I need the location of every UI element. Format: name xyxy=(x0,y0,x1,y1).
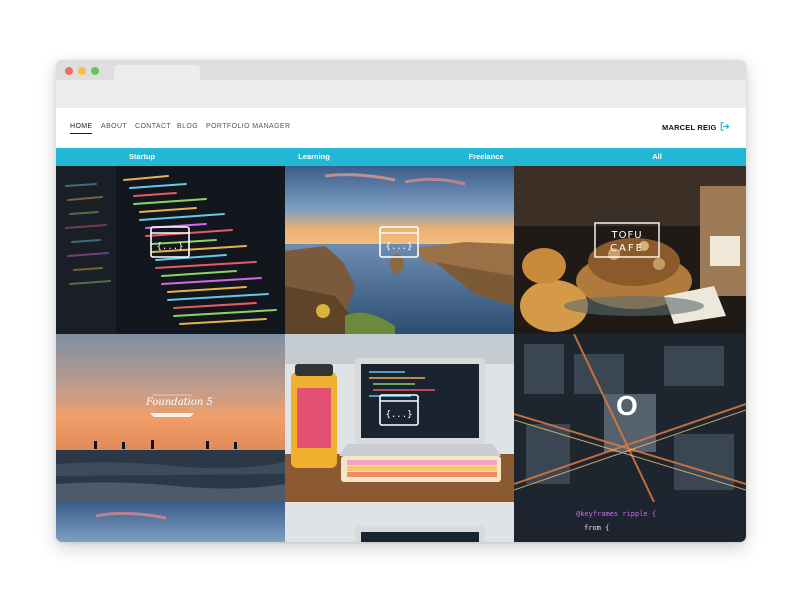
portfolio-tile-partial-code[interactable]: @keyframes ripple { from { xyxy=(514,502,746,542)
top-navbar: HOME ABOUT CONTACT BLOG PORTFOLIO MANAGE… xyxy=(56,108,746,146)
portfolio-tile-city[interactable]: O xyxy=(514,334,746,502)
opera-logo-letter: O xyxy=(616,390,638,421)
portfolio-tile-laptop[interactable]: {...} xyxy=(285,334,514,502)
nav-link-blog[interactable]: BLOG xyxy=(177,123,198,130)
svg-text:{...}: {...} xyxy=(385,410,412,420)
browser-tab[interactable] xyxy=(114,65,200,80)
sky-image xyxy=(56,502,285,542)
tofu-cafe-logo: TOFU CAFE xyxy=(594,222,660,258)
portfolio-site: HOME ABOUT CONTACT BLOG PORTFOLIO MANAGE… xyxy=(56,108,746,542)
window-minimize-button[interactable] xyxy=(78,67,86,75)
portfolio-grid: {...} {...} TOFU CAFE Foundation 5 {...}… xyxy=(56,166,746,542)
logout-icon[interactable] xyxy=(719,121,730,132)
svg-text:TOFU: TOFU xyxy=(610,230,642,241)
window-close-button[interactable] xyxy=(65,67,73,75)
portfolio-tile-cafe[interactable]: TOFU CAFE xyxy=(514,166,746,334)
portfolio-tile-partial-laptop[interactable] xyxy=(285,502,514,542)
svg-text:{...}: {...} xyxy=(156,242,183,252)
nav-link-contact[interactable]: CONTACT xyxy=(135,123,171,130)
browser-chrome xyxy=(56,60,746,109)
foundation-badge-ornament xyxy=(150,394,194,417)
portfolio-tile-code[interactable]: {...} xyxy=(56,166,285,334)
active-underline xyxy=(70,133,92,134)
window-maximize-button[interactable] xyxy=(91,67,99,75)
code-window-icon: {...} xyxy=(379,394,419,426)
browser-toolbar xyxy=(56,80,746,109)
svg-text:CAFE: CAFE xyxy=(610,243,644,254)
portfolio-tile-foundation[interactable]: Foundation 5 xyxy=(56,334,285,502)
filter-learning[interactable]: Learning xyxy=(228,148,400,166)
code-line-from: from { xyxy=(584,524,610,532)
code-line-keyframes: @keyframes ripple { xyxy=(576,510,657,518)
filter-all[interactable]: All xyxy=(571,148,743,166)
category-filter-bar: Startup Learning Freelance All xyxy=(56,148,746,166)
svg-text:{...}: {...} xyxy=(385,242,412,252)
nav-link-home[interactable]: HOME xyxy=(70,123,93,130)
nav-link-about[interactable]: ABOUT xyxy=(101,123,127,130)
browser-window: HOME ABOUT CONTACT BLOG PORTFOLIO MANAGE… xyxy=(56,60,746,542)
portfolio-tile-coast[interactable]: {...} xyxy=(285,166,514,334)
portfolio-tile-partial-sky[interactable] xyxy=(56,502,285,542)
code-window-icon: {...} xyxy=(379,226,419,258)
filter-freelance[interactable]: Freelance xyxy=(400,148,572,166)
user-name-link[interactable]: MARCEL REIG xyxy=(662,123,717,132)
code-window-icon: {...} xyxy=(150,226,190,258)
laptop-image xyxy=(285,502,514,542)
filter-startup[interactable]: Startup xyxy=(56,148,228,166)
nav-link-portfolio-manager[interactable]: PORTFOLIO MANAGER xyxy=(206,123,290,130)
